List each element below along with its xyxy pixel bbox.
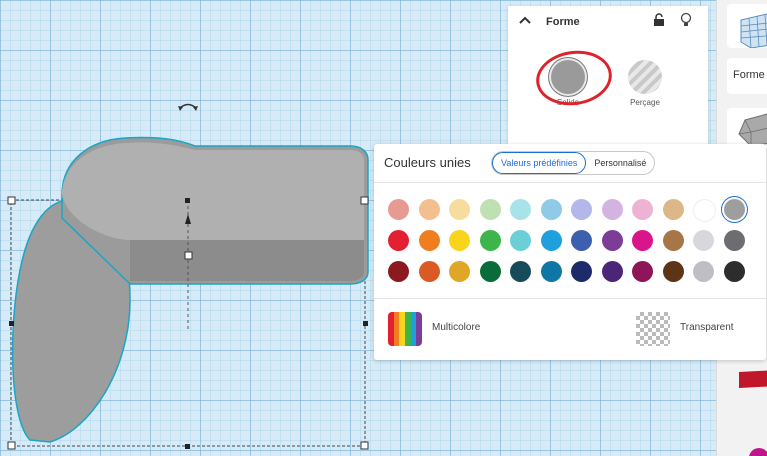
color-panel-header: Couleurs unies Valeurs prédéfinies Perso… <box>374 144 766 183</box>
text-shape-icon <box>739 370 767 388</box>
color-panel-title: Couleurs unies <box>384 155 471 170</box>
handle-right-mid[interactable] <box>363 321 368 326</box>
color-swatch[interactable] <box>479 199 501 220</box>
color-swatch[interactable] <box>388 199 409 220</box>
color-swatch[interactable] <box>632 261 653 282</box>
color-swatch[interactable] <box>418 261 440 282</box>
sidebar-card-partial[interactable] <box>727 444 767 456</box>
lock-icon[interactable] <box>653 13 665 27</box>
handle-bottom-left[interactable] <box>7 441 16 450</box>
color-swatch[interactable] <box>388 261 409 282</box>
color-panel-divider <box>374 298 766 299</box>
color-swatch[interactable] <box>601 230 623 251</box>
tab-presets[interactable]: Valeurs prédéfinies <box>492 152 587 174</box>
color-swatch[interactable] <box>723 230 745 251</box>
color-swatch[interactable] <box>479 261 501 282</box>
color-swatch[interactable] <box>418 199 440 220</box>
handle-bottom-right[interactable] <box>360 441 369 450</box>
color-swatch[interactable] <box>632 199 653 220</box>
color-swatch[interactable] <box>571 199 592 220</box>
color-swatch[interactable] <box>449 230 470 251</box>
color-swatch[interactable] <box>723 261 745 282</box>
tab-custom[interactable]: Personnalisé <box>586 152 654 174</box>
polyhedron-icon <box>738 113 767 147</box>
color-swatch[interactable] <box>449 261 470 282</box>
color-swatch[interactable] <box>571 261 592 282</box>
color-swatch[interactable] <box>693 230 714 251</box>
color-tab-group: Valeurs prédéfinies Personnalisé <box>491 151 656 175</box>
lightbulb-icon[interactable] <box>680 12 692 28</box>
transparent-label[interactable]: Transparent <box>680 322 734 333</box>
color-swatch[interactable] <box>571 230 592 251</box>
grid-shape-icon <box>740 13 767 48</box>
color-swatch[interactable] <box>388 230 409 251</box>
color-swatch[interactable] <box>449 199 470 220</box>
shape-front-face <box>130 240 364 281</box>
sidebar-forme-label: Forme <box>733 69 765 81</box>
color-swatch[interactable] <box>723 199 745 220</box>
color-swatch[interactable] <box>601 261 623 282</box>
magenta-shape-icon <box>749 448 767 456</box>
color-swatch[interactable] <box>662 199 684 220</box>
handle-height[interactable] <box>184 251 193 260</box>
color-swatch[interactable] <box>601 199 623 220</box>
chevron-up-icon[interactable] <box>518 14 532 28</box>
handle-bottom-mid[interactable] <box>185 444 190 449</box>
color-swatch[interactable] <box>510 199 531 220</box>
shape-top-face <box>62 142 364 240</box>
color-swatch[interactable] <box>510 261 531 282</box>
transparent-icon[interactable] <box>636 312 670 346</box>
handle-left-mid[interactable] <box>9 321 14 326</box>
multicolor-label[interactable]: Multicolore <box>432 322 480 333</box>
color-swatch[interactable] <box>540 261 562 282</box>
color-swatch[interactable] <box>632 230 653 251</box>
color-swatch[interactable] <box>693 261 714 282</box>
sidebar-card-text[interactable] <box>727 362 767 392</box>
shape-panel-header: Forme <box>508 6 708 38</box>
hole-swatch[interactable] <box>628 60 662 94</box>
color-swatch[interactable] <box>693 199 716 222</box>
color-swatch[interactable] <box>662 261 684 282</box>
shape-panel-title: Forme <box>546 16 580 28</box>
color-swatch[interactable] <box>540 230 562 251</box>
color-swatch[interactable] <box>662 230 684 251</box>
hole-label: Perçage <box>630 98 660 107</box>
color-swatch[interactable] <box>418 230 440 251</box>
sidebar-card-grid[interactable] <box>727 4 767 48</box>
color-swatch[interactable] <box>479 230 501 251</box>
handle-top-mid[interactable] <box>185 198 190 203</box>
color-swatch[interactable] <box>540 199 562 220</box>
sidebar-card-shape[interactable] <box>727 108 767 148</box>
multicolor-icon[interactable] <box>388 312 422 346</box>
color-swatch[interactable] <box>510 230 531 251</box>
handle-top-right[interactable] <box>360 196 369 205</box>
hole-option[interactable]: Perçage <box>615 60 675 107</box>
handle-top-left[interactable] <box>7 196 16 205</box>
color-picker-panel: Couleurs unies Valeurs prédéfinies Perso… <box>374 144 766 360</box>
